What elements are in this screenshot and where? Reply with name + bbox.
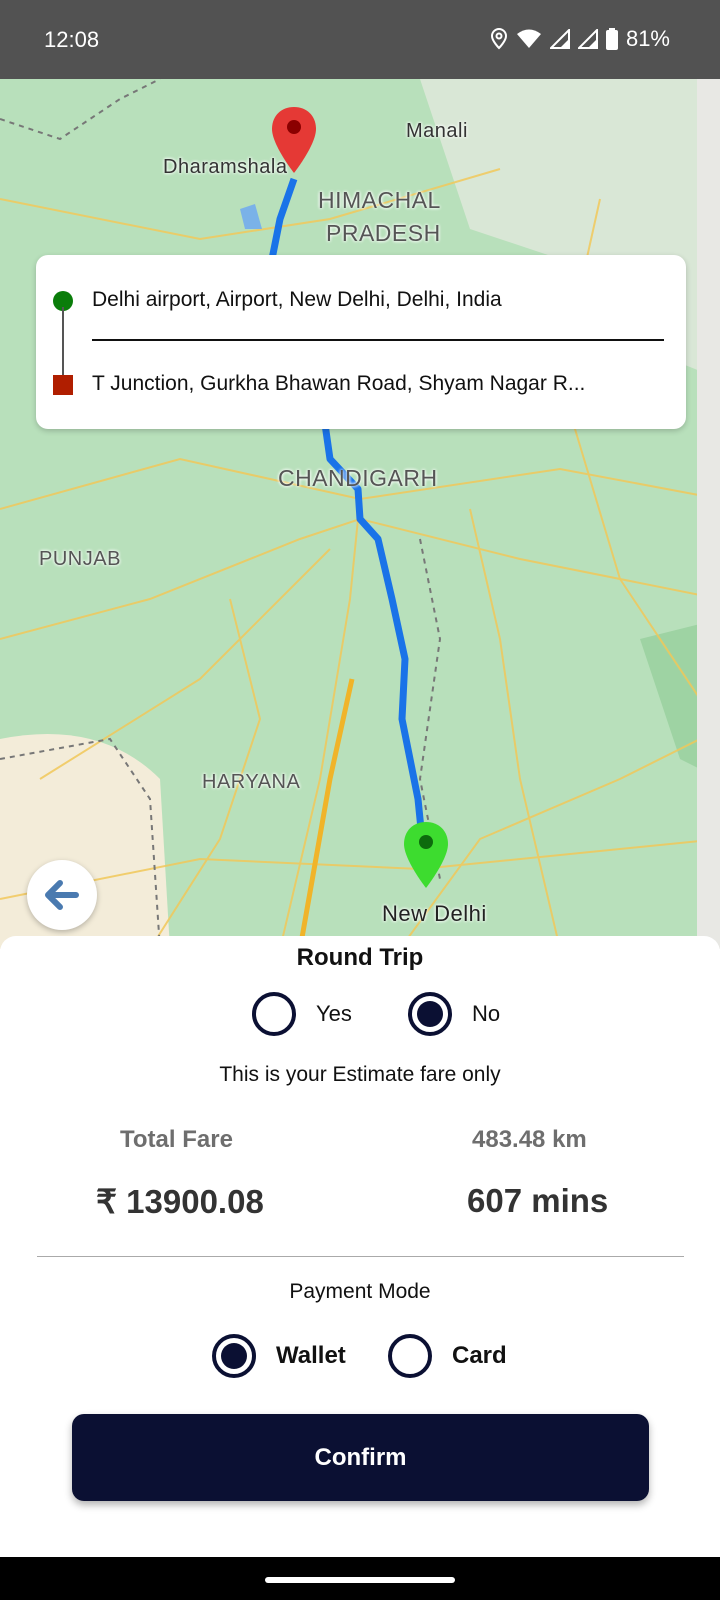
destination-pin-icon[interactable] <box>270 105 318 175</box>
pickup-address[interactable]: Delhi airport, Airport, New Delhi, Delhi… <box>92 288 672 312</box>
wifi-icon <box>516 29 541 48</box>
radio-yes[interactable] <box>252 992 296 1036</box>
drop-address[interactable]: T Junction, Gurkha Bhawan Road, Shyam Na… <box>92 372 672 396</box>
arrow-left-icon <box>45 880 79 910</box>
battery-icon <box>605 28 618 50</box>
location-icon <box>490 28 507 50</box>
radio-wallet[interactable] <box>212 1334 256 1378</box>
payment-mode-title: Payment Mode <box>289 1280 431 1303</box>
radio-card[interactable] <box>388 1334 432 1378</box>
map-label-pradesh: PRADESH <box>326 220 441 246</box>
total-fare-value: ₹ 13900.08 <box>96 1183 264 1220</box>
radio-no-label: No <box>472 1001 501 1026</box>
back-button[interactable] <box>27 860 97 930</box>
radio-wallet-label: Wallet <box>276 1342 346 1369</box>
round-trip-title: Round Trip <box>296 944 424 971</box>
confirm-button[interactable]: Confirm <box>72 1414 649 1501</box>
payment-card[interactable]: Card <box>388 1334 507 1378</box>
drop-square-icon <box>53 375 73 395</box>
origin-pin-icon[interactable] <box>402 820 450 890</box>
radio-card-label: Card <box>452 1342 507 1369</box>
map-label-punjab: PUNJAB <box>39 548 121 570</box>
map-label-himachal: HIMACHAL <box>318 187 441 213</box>
round-trip-no[interactable]: No <box>408 992 500 1036</box>
map-view[interactable]: Dharamshala Manali HIMACHAL PRADESH CHAN… <box>0 79 720 949</box>
signal-icon <box>577 29 598 49</box>
address-divider <box>92 339 664 341</box>
route-connector <box>62 307 64 377</box>
divider <box>37 1256 684 1257</box>
estimate-note: This is your Estimate fare only <box>219 1063 501 1086</box>
map-edge <box>697 79 720 949</box>
battery-percent: 81% <box>625 26 670 51</box>
round-trip-yes[interactable]: Yes <box>252 992 352 1036</box>
map-label-haryana: HARYANA <box>202 771 301 793</box>
fare-sheet: Round Trip Yes No This is your Estimate … <box>0 936 720 1586</box>
radio-yes-label: Yes <box>316 1001 352 1026</box>
distance-value: 483.48 km <box>472 1126 587 1153</box>
status-time: 12:08 <box>44 27 100 52</box>
map-label-new-delhi: New Delhi <box>382 901 487 926</box>
signal-icon <box>549 29 570 49</box>
total-fare-label: Total Fare <box>120 1126 233 1153</box>
map-label-chandigarh: CHANDIGARH <box>278 465 438 491</box>
home-gesture-handle[interactable] <box>265 1577 455 1583</box>
duration-value: 607 mins <box>467 1182 609 1219</box>
payment-wallet[interactable]: Wallet <box>212 1334 346 1378</box>
radio-no[interactable] <box>408 992 452 1036</box>
address-card: Delhi airport, Airport, New Delhi, Delhi… <box>36 255 686 429</box>
status-bar: 12:08 81% <box>0 0 720 79</box>
map-label-dharamshala: Dharamshala <box>163 156 288 178</box>
map-label-manali: Manali <box>406 120 468 142</box>
